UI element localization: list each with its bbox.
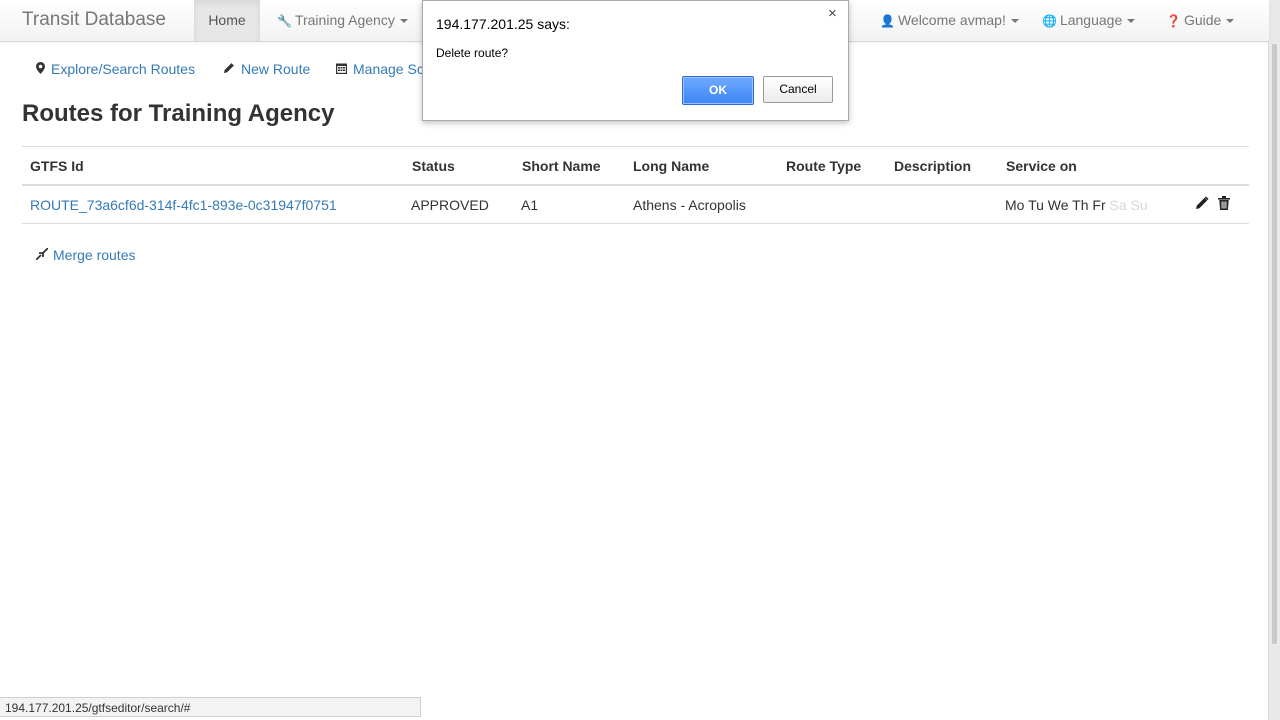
table-header: GTFS Id Status Short Name Long Name Rout…	[22, 146, 1249, 186]
merge-routes-link[interactable]: Merge routes	[35, 247, 136, 263]
new-route-label: New Route	[241, 61, 311, 77]
chevron-down-icon	[1010, 19, 1019, 24]
col-service-on[interactable]: Service on	[1006, 158, 1077, 174]
table-row[interactable]: ROUTE_73a6cf6d-314f-4fc1-893e-0c31947f07…	[22, 186, 1249, 224]
calendar-icon	[336, 62, 347, 77]
map-marker-icon	[36, 62, 45, 77]
route-service-days: Mo Tu We Th Fr Sa Su	[1005, 197, 1148, 213]
service-days-inactive: Sa Su	[1109, 197, 1148, 213]
manage-schedules-link[interactable]: Manage Sc	[336, 61, 424, 77]
routes-table: GTFS Id Status Short Name Long Name Rout…	[22, 146, 1249, 224]
col-status[interactable]: Status	[412, 158, 455, 174]
chevron-down-icon	[399, 19, 408, 24]
manage-schedules-label: Manage Sc	[353, 61, 424, 77]
globe-icon: 🌐	[1042, 14, 1057, 28]
user-icon: 👤	[880, 14, 895, 28]
dialog-message: Delete route?	[436, 46, 509, 60]
nav-guide-label: Guide	[1183, 12, 1222, 28]
route-gtfs-id-link[interactable]: ROUTE_73a6cf6d-314f-4fc1-893e-0c31947f07…	[30, 197, 337, 213]
new-route-link[interactable]: New Route	[223, 61, 310, 77]
nav-user-dropdown[interactable]: 👤 Welcome avmap!	[880, 0, 1019, 41]
chevron-down-icon	[1127, 19, 1136, 24]
page-title: Routes for Training Agency	[22, 100, 335, 127]
question-icon: ❓	[1166, 14, 1181, 28]
route-long-name: Athens - Acropolis	[633, 197, 746, 213]
ok-button[interactable]: OK	[682, 76, 754, 105]
edit-route-icon[interactable]	[1195, 196, 1209, 210]
confirm-dialog: 194.177.201.25 says: × Delete route? OK …	[422, 0, 849, 121]
close-icon[interactable]: ×	[828, 5, 837, 22]
col-route-type[interactable]: Route Type	[786, 158, 861, 174]
nav-agency-dropdown[interactable]: 🔧 Training Agency	[277, 0, 408, 41]
col-short-name[interactable]: Short Name	[522, 158, 601, 174]
nav-home[interactable]: Home	[194, 0, 260, 41]
explore-routes-label: Explore/Search Routes	[51, 61, 195, 77]
browser-status-url: 194.177.201.25/gtfseditor/search/#	[0, 697, 421, 717]
page-scrollbar[interactable]	[1268, 0, 1280, 720]
scrollbar-thumb[interactable]	[1272, 44, 1277, 644]
trash-icon[interactable]	[1218, 196, 1230, 210]
nav-language-label: Language	[1059, 12, 1123, 28]
route-short-name: A1	[521, 197, 539, 213]
col-long-name[interactable]: Long Name	[633, 158, 709, 174]
cancel-button[interactable]: Cancel	[763, 76, 833, 103]
service-days-active: Mo Tu We Th Fr	[1005, 197, 1106, 213]
nav-agency-label: Training Agency	[294, 12, 395, 28]
merge-icon	[35, 247, 49, 263]
nav-user-label: Welcome avmap!	[897, 12, 1006, 28]
col-description[interactable]: Description	[894, 158, 971, 174]
nav-language-dropdown[interactable]: 🌐 Language	[1042, 0, 1136, 41]
col-gtfs-id[interactable]: GTFS Id	[30, 158, 84, 174]
route-status: APPROVED	[411, 197, 489, 213]
chevron-down-icon	[1226, 19, 1235, 24]
nav-guide-dropdown[interactable]: ❓ Guide	[1166, 0, 1235, 41]
pencil-icon	[223, 62, 235, 77]
dialog-title: 194.177.201.25 says:	[436, 16, 570, 32]
brand-title[interactable]: Transit Database	[22, 9, 166, 31]
wrench-icon: 🔧	[277, 14, 292, 28]
merge-routes-label: Merge routes	[53, 247, 136, 263]
explore-routes-link[interactable]: Explore/Search Routes	[36, 61, 195, 77]
